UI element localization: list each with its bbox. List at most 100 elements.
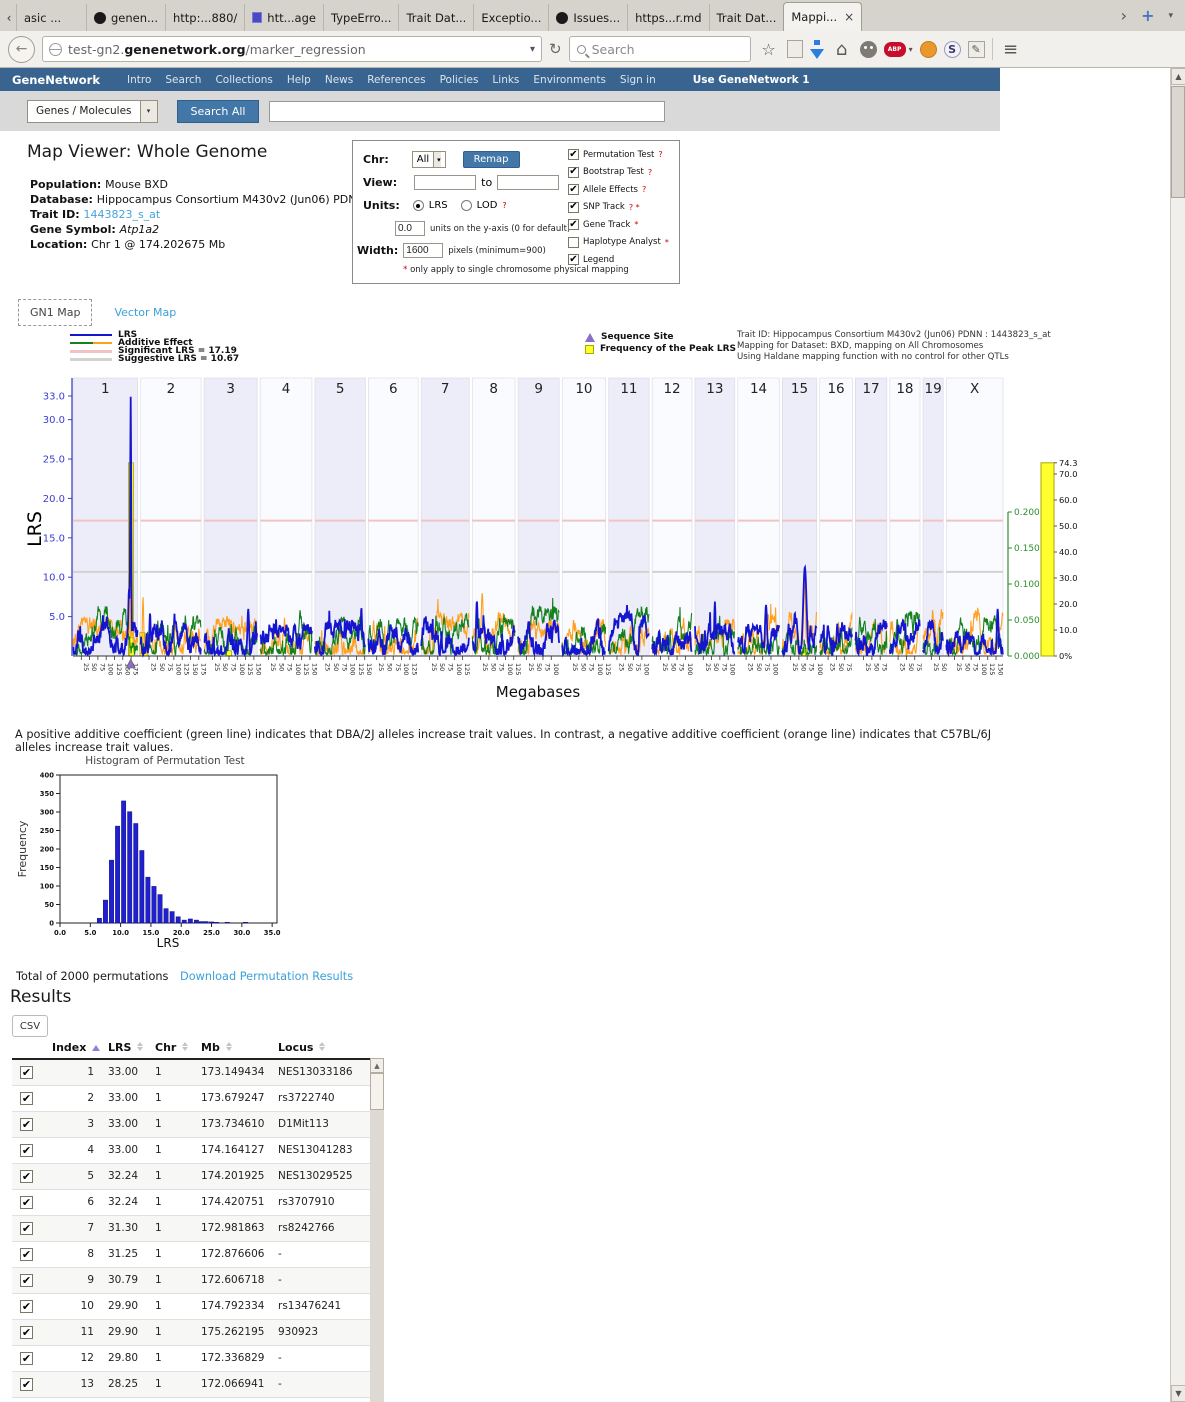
option-permutation-test[interactable]: ✔Permutation Test? bbox=[568, 149, 669, 160]
units-lod-radio[interactable] bbox=[461, 200, 472, 211]
nav-item-links[interactable]: Links bbox=[492, 74, 519, 86]
row-checkbox[interactable]: ✔ bbox=[20, 1066, 33, 1079]
option-gene-track[interactable]: ✔Gene Track* bbox=[568, 219, 669, 230]
nav-item-help[interactable]: Help bbox=[287, 74, 311, 86]
download-icon[interactable] bbox=[810, 40, 824, 59]
browser-tab[interactable]: asic ... bbox=[16, 4, 86, 31]
nav-item-sign-in[interactable]: Sign in bbox=[620, 74, 656, 86]
browser-tab[interactable]: htt...age bbox=[244, 4, 323, 31]
width-input[interactable] bbox=[403, 243, 443, 258]
scroll-up-icon[interactable]: ▲ bbox=[1171, 68, 1185, 85]
close-icon[interactable]: × bbox=[844, 10, 854, 24]
browser-tab[interactable]: Mappi...× bbox=[783, 2, 862, 31]
nav-item-intro[interactable]: Intro bbox=[127, 74, 151, 86]
row-checkbox[interactable]: ✔ bbox=[20, 1092, 33, 1105]
row-checkbox[interactable]: ✔ bbox=[20, 1326, 33, 1339]
checkbox[interactable]: ✔ bbox=[568, 167, 579, 178]
nav-item-search[interactable]: Search bbox=[165, 74, 201, 86]
window-scrollbar[interactable]: ▲ ▼ bbox=[1170, 68, 1185, 1402]
url-bar[interactable]: test-gn2.genenetwork.org/marker_regressi… bbox=[42, 36, 542, 62]
tab-scroll-right-icon[interactable]: › bbox=[1121, 6, 1127, 25]
menu-icon[interactable]: ≡ bbox=[1000, 39, 1022, 60]
row-checkbox[interactable]: ✔ bbox=[20, 1222, 33, 1235]
lod-help[interactable]: ? bbox=[502, 201, 506, 210]
row-checkbox[interactable]: ✔ bbox=[20, 1196, 33, 1209]
download-permutation-link[interactable]: Download Permutation Results bbox=[180, 970, 353, 983]
y-units-input[interactable] bbox=[395, 221, 425, 236]
table-scrollbar[interactable]: ▲ bbox=[370, 1058, 384, 1402]
browser-tab[interactable]: http:...880/ bbox=[165, 4, 244, 31]
option-bootstrap-test[interactable]: ✔Bootstrap Test? bbox=[568, 167, 669, 178]
row-checkbox[interactable]: ✔ bbox=[20, 1352, 33, 1365]
checkbox[interactable]: ✔ bbox=[568, 254, 579, 265]
tab-vector-map[interactable]: Vector Map bbox=[114, 306, 176, 319]
search-category-select[interactable]: Genes / Molecules bbox=[27, 100, 141, 123]
extension-s-icon[interactable]: S bbox=[944, 41, 961, 58]
checkbox[interactable]: ✔ bbox=[568, 184, 579, 195]
nav-item-references[interactable]: References bbox=[367, 74, 425, 86]
browser-tab[interactable]: genen... bbox=[86, 4, 165, 31]
browser-tab[interactable]: Trait Dat... bbox=[709, 4, 784, 31]
tab-gn1-map[interactable]: GN1 Map bbox=[18, 299, 92, 326]
url-dropdown-icon[interactable]: ▾ bbox=[530, 44, 535, 55]
view-to-input[interactable] bbox=[497, 175, 559, 190]
row-checkbox[interactable]: ✔ bbox=[20, 1144, 33, 1157]
back-button[interactable]: ← bbox=[8, 36, 35, 63]
checkbox[interactable] bbox=[568, 237, 579, 248]
use-gn1-link[interactable]: Use GeneNetwork 1 bbox=[693, 74, 810, 86]
option-snp-track[interactable]: ✔SNP Track? * bbox=[568, 202, 669, 213]
table-scroll-up-icon[interactable]: ▲ bbox=[370, 1058, 384, 1073]
scroll-down-icon[interactable]: ▼ bbox=[1171, 1385, 1185, 1402]
chat-icon[interactable] bbox=[860, 41, 877, 58]
nav-item-policies[interactable]: Policies bbox=[440, 74, 479, 86]
nav-item-collections[interactable]: Collections bbox=[215, 74, 272, 86]
edit-icon[interactable]: ✎ bbox=[968, 41, 985, 58]
option-haplotype-analyst[interactable]: Haplotype Analyst* bbox=[568, 237, 669, 248]
column-header-mb[interactable]: Mb bbox=[201, 1039, 278, 1059]
browser-tab[interactable]: Issues... bbox=[548, 4, 627, 31]
extension-orange-icon[interactable] bbox=[920, 41, 937, 58]
checkbox[interactable]: ✔ bbox=[568, 149, 579, 160]
scroll-thumb[interactable] bbox=[1171, 86, 1185, 198]
option-legend[interactable]: ✔Legend bbox=[568, 254, 669, 265]
reload-icon[interactable]: ↻ bbox=[549, 40, 562, 58]
row-checkbox[interactable]: ✔ bbox=[20, 1118, 33, 1131]
column-header-index[interactable]: Index bbox=[52, 1039, 108, 1059]
new-tab-button[interactable]: + bbox=[1141, 6, 1154, 25]
column-header-lrs[interactable]: LRS bbox=[108, 1039, 155, 1059]
browser-tab[interactable]: https...r.md bbox=[627, 4, 708, 31]
row-checkbox[interactable]: ✔ bbox=[20, 1300, 33, 1313]
csv-button[interactable]: CSV bbox=[12, 1015, 48, 1037]
browser-search-input[interactable]: Search bbox=[569, 36, 751, 62]
nav-item-news[interactable]: News bbox=[325, 74, 353, 86]
view-from-input[interactable] bbox=[414, 175, 476, 190]
row-checkbox[interactable]: ✔ bbox=[20, 1274, 33, 1287]
chr-select[interactable]: All▾ bbox=[412, 151, 446, 168]
search-all-button[interactable]: Search All bbox=[177, 100, 260, 123]
info-line[interactable]: Trait ID: 1443823_s_at bbox=[30, 207, 365, 222]
clipboard-icon[interactable] bbox=[787, 40, 803, 58]
row-checkbox[interactable]: ✔ bbox=[20, 1170, 33, 1183]
browser-tab[interactable]: Exceptio... bbox=[473, 4, 548, 31]
home-icon[interactable]: ⌂ bbox=[831, 39, 853, 60]
nav-item-environments[interactable]: Environments bbox=[533, 74, 606, 86]
select-caret-icon[interactable]: ▾ bbox=[141, 100, 158, 123]
global-search-input[interactable] bbox=[269, 101, 665, 122]
tab-scroll-left-icon[interactable]: ‹ bbox=[2, 4, 16, 31]
browser-tab[interactable]: TypeErro... bbox=[323, 4, 398, 31]
remap-button[interactable]: Remap bbox=[463, 151, 520, 168]
adblock-caret-icon[interactable]: ▾ bbox=[909, 45, 913, 54]
column-header-chr[interactable]: Chr bbox=[155, 1039, 201, 1059]
column-header-locus[interactable]: Locus bbox=[278, 1039, 370, 1059]
browser-tab[interactable]: Trait Dat... bbox=[398, 4, 473, 31]
adblock-icon[interactable]: ABP bbox=[884, 42, 906, 57]
row-checkbox[interactable]: ✔ bbox=[20, 1378, 33, 1391]
bookmark-star-icon[interactable]: ☆ bbox=[758, 40, 780, 59]
checkbox[interactable]: ✔ bbox=[568, 202, 579, 213]
option-allele-effects[interactable]: ✔Allele Effects? bbox=[568, 184, 669, 195]
checkbox[interactable]: ✔ bbox=[568, 219, 579, 230]
site-brand[interactable]: GeneNetwork bbox=[12, 73, 100, 87]
units-lrs-radio[interactable] bbox=[413, 200, 424, 211]
row-checkbox[interactable]: ✔ bbox=[20, 1248, 33, 1261]
table-scroll-thumb[interactable] bbox=[370, 1073, 384, 1110]
